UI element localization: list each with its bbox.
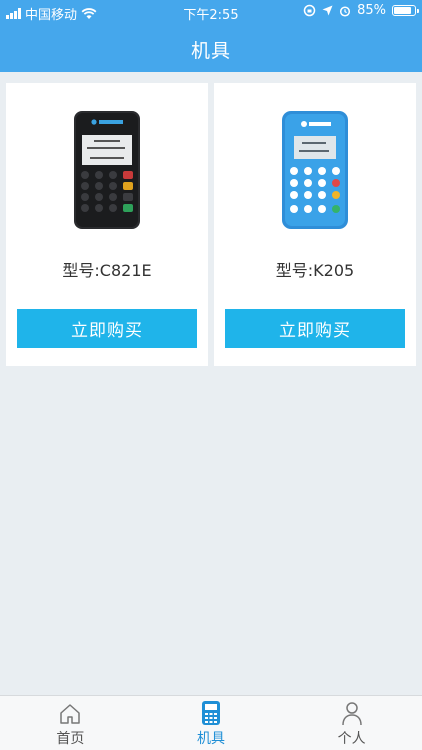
rotation-lock-icon [303,4,316,17]
product-card[interactable]: 型号:C821E 立即购买 [6,83,208,366]
battery-level [394,7,411,14]
product-list: 型号:C821E 立即购买 型号:K205 立即购买 [6,83,416,366]
buy-now-button[interactable]: 立即购买 [17,309,197,348]
location-arrow-icon [322,5,333,16]
tab-label: 个人 [337,731,366,747]
battery-percentage: 85% [357,3,386,18]
page-title: 机具 [190,40,231,62]
blue-pos-terminal-icon [282,111,348,229]
tab-label: 首页 [56,731,85,747]
home-icon [60,704,81,724]
status-bar: 中国移动 下午2:55 85% [0,0,422,24]
product-image [214,109,416,233]
tab-label: 机具 [197,731,225,747]
status-right: 85% [303,3,419,18]
alarm-icon [340,5,351,17]
pos-device-icon [202,701,220,725]
person-icon [341,702,362,726]
product-card[interactable]: 型号:K205 立即购买 [214,83,416,366]
tab-profile[interactable]: 个人 [281,696,422,750]
top-bar: 中国移动 下午2:55 85% 机具 [0,0,422,72]
product-image [6,109,208,233]
black-pos-terminal-icon [74,111,140,229]
tab-devices[interactable]: 机具 [141,696,282,750]
tab-home[interactable]: 首页 [0,696,141,750]
bottom-tab-bar: 首页 机具 个人 [0,695,422,750]
product-model: 型号:K205 [275,261,355,280]
product-model: 型号:C821E [62,261,152,280]
battery-icon [392,5,419,16]
buy-now-button[interactable]: 立即购买 [225,309,405,348]
